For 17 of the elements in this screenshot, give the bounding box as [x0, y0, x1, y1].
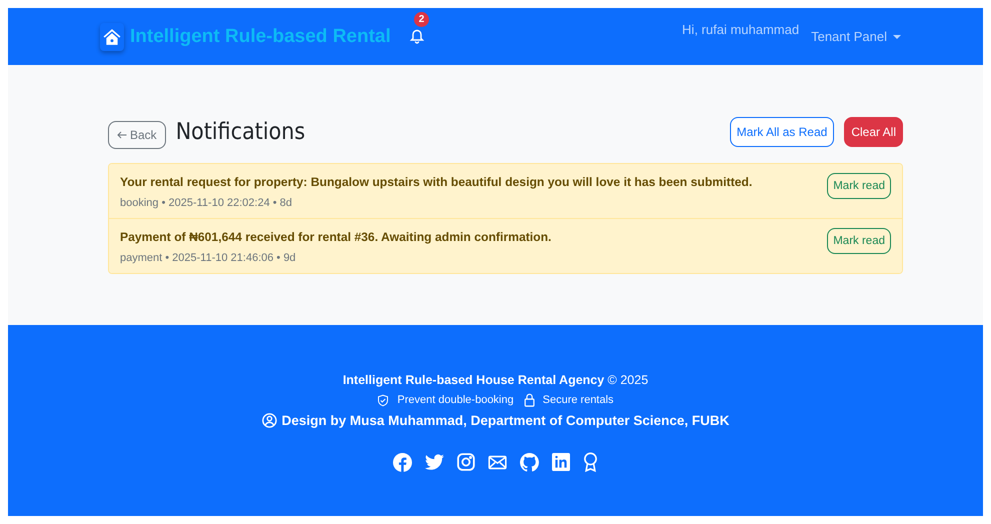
notification-meta: payment • 2025-11-10 21:46:06 • 9d — [120, 252, 297, 264]
notification-badge: 2 — [414, 12, 430, 27]
page-title: Notifications — [176, 119, 306, 145]
feature-text: Prevent double-booking — [397, 394, 514, 406]
back-button[interactable]: Back — [108, 121, 166, 149]
footer-credit: Intelligent Rule-based House Rental Agency © 2025 — [342, 373, 648, 387]
notification-message: Payment of ₦601,644 received for rental #36. Awaiting admin confirmation. — [120, 230, 552, 244]
mark-read-button[interactable]: Mark read — [827, 228, 891, 254]
feature-text: Secure rentals — [542, 394, 614, 406]
clear-all-button[interactable]: Clear All — [844, 117, 903, 147]
notification-message: Your rental request for property: Bungalow upstairs with beautiful design you will love it has been submitted. — [120, 175, 754, 189]
notification-meta: booking • 2025-11-10 22:02:24 • 8d — [120, 197, 294, 209]
designer-credit: Design by Musa Muhammad, Department of Computer Science, FUBK — [282, 413, 730, 428]
mark-all-read-button[interactable]: Mark All as Read — [730, 117, 834, 147]
mark-read-button[interactable]: Mark read — [827, 173, 891, 199]
panel-dropdown[interactable]: Tenant Panel — [811, 29, 901, 44]
greeting-text: Hi, rufai muhammad — [682, 22, 800, 37]
